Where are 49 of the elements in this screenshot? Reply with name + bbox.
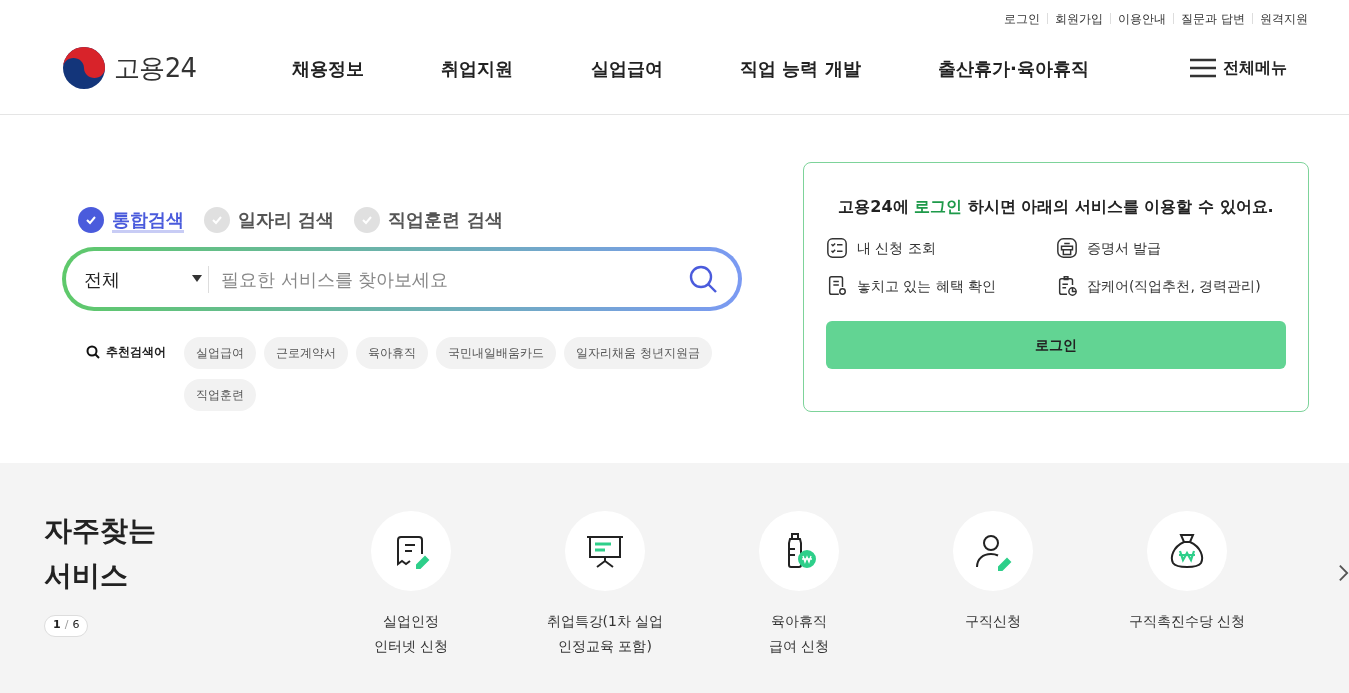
service-link[interactable]: 증명서 발급 xyxy=(1087,237,1162,259)
service-shortcut[interactable]: 실업인정 인터넷 신청 xyxy=(314,511,508,693)
utility-link[interactable]: 회원가입 xyxy=(1055,9,1104,28)
service-shortcut[interactable]: 구직촉진수당 신청 xyxy=(1090,511,1284,693)
keyword-chip[interactable]: 국민내일배움카드 xyxy=(436,337,556,369)
checklist-icon xyxy=(826,237,848,259)
all-menu-button[interactable]: 전체메뉴 xyxy=(1189,56,1287,80)
nav-menu-item[interactable]: 출산휴가·육아휴직 xyxy=(938,54,1089,82)
document-icon xyxy=(826,275,848,297)
nav-menu-item[interactable]: 채용정보 xyxy=(292,54,364,82)
search-tab[interactable]: 일자리 검색 xyxy=(204,206,335,233)
service-shortcut[interactable]: 육아휴직 급여 신청 xyxy=(702,511,896,693)
recommended-label: 추천검색어 xyxy=(106,344,166,361)
keyword-chip[interactable]: 직업훈련 xyxy=(184,379,256,411)
utility-link[interactable]: 질문과 답변 xyxy=(1181,9,1245,28)
search-tab[interactable]: 통합검색 xyxy=(78,206,184,233)
logo-text[interactable]: 고용24 xyxy=(114,48,197,88)
clipboard-icon xyxy=(1056,275,1078,297)
login-message: 고용24에 로그인 하시면 아래의 서비스를 이용할 수 있어요. xyxy=(837,196,1275,218)
nav-menu-item[interactable]: 실업급여 xyxy=(590,54,663,82)
category-select[interactable]: 전체 xyxy=(84,265,209,293)
keyword-chip[interactable]: 일자리채움 청년지원금 xyxy=(564,337,712,369)
nav-menu-item[interactable]: 취업지원 xyxy=(441,54,514,82)
utility-link[interactable]: 원격지원 xyxy=(1260,9,1308,28)
service-link[interactable]: 놓치고 있는 혜택 확인 xyxy=(857,275,997,297)
check-icon xyxy=(204,206,230,233)
search-icon xyxy=(86,345,100,359)
menu-icon xyxy=(1189,57,1217,79)
keyword-chip[interactable]: 육아휴직 xyxy=(356,337,428,369)
logo-emblem-icon[interactable] xyxy=(62,46,106,90)
page-indicator: 1 / 6 xyxy=(44,614,89,637)
dropdown-caret-icon xyxy=(192,275,202,283)
login-button[interactable]: 로그인 xyxy=(826,321,1286,369)
service-shortcut[interactable]: 취업특강(1차 실업 인정교육 포함) xyxy=(508,511,702,693)
service-shortcut[interactable]: 구직신청 xyxy=(896,511,1090,693)
keyword-chip[interactable]: 실업급여 xyxy=(184,337,256,369)
keyword-chip[interactable]: 근로계약서 xyxy=(264,337,348,369)
search-icon[interactable] xyxy=(688,264,718,294)
utility-link[interactable]: 로그인 xyxy=(1004,9,1041,28)
utility-link[interactable]: 이용안내 xyxy=(1118,9,1167,28)
service-link[interactable]: 내 신청 조회 xyxy=(857,237,936,259)
nav-menu-item[interactable]: 직업 능력 개발 xyxy=(740,54,861,82)
check-icon xyxy=(354,206,381,233)
check-icon xyxy=(78,206,104,233)
printer-icon xyxy=(1056,237,1078,259)
search-tab[interactable]: 직업훈련 검색 xyxy=(354,206,503,233)
search-field[interactable]: 전체 필요한 서비스를 찾아보세요 xyxy=(62,247,742,311)
section-title: 자주찾는 서비스 xyxy=(44,513,157,594)
service-link[interactable]: 잡케어(직업추천, 경력관리) xyxy=(1087,275,1261,297)
